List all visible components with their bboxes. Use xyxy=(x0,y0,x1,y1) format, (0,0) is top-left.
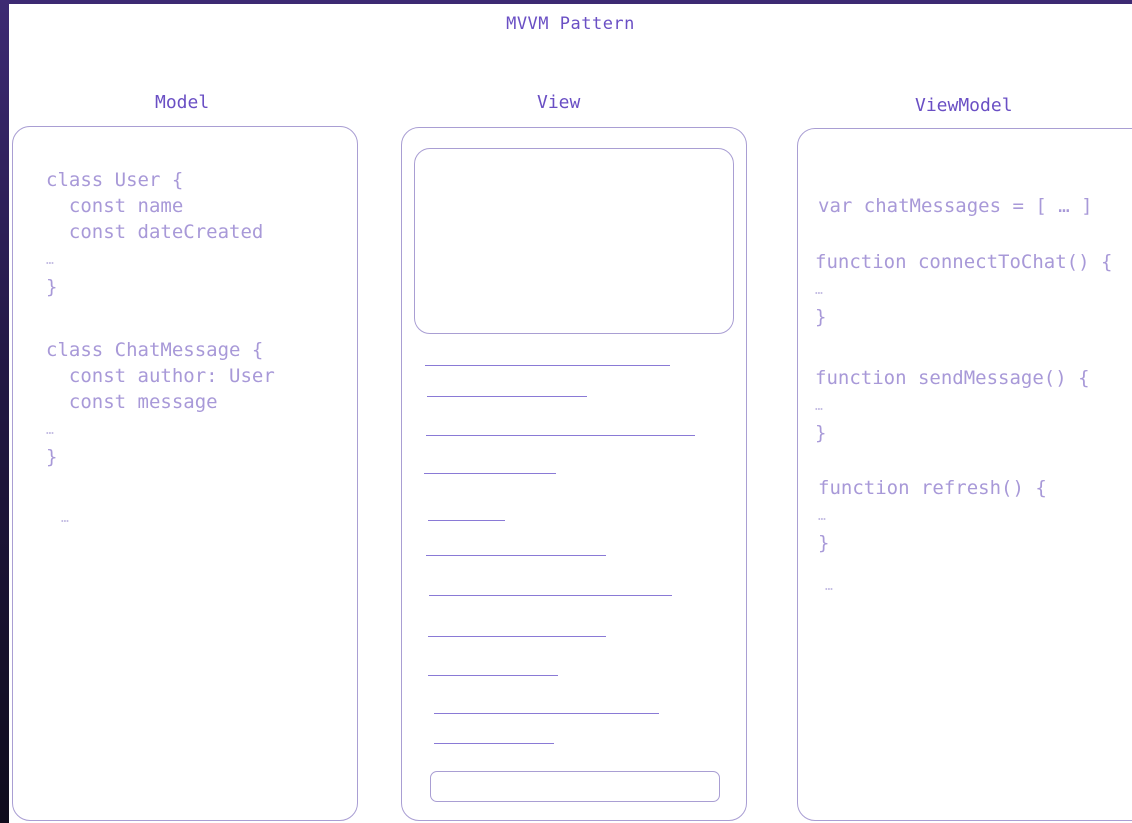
view-input-box xyxy=(430,771,720,802)
code-line: function connectToChat() { xyxy=(815,251,1113,273)
code-line: } xyxy=(815,422,827,444)
viewmodel-code-block-send: function sendMessage() { … } xyxy=(815,365,1090,446)
view-text-line xyxy=(428,675,558,676)
code-line: const message xyxy=(46,391,218,413)
code-line: } xyxy=(46,276,58,298)
code-line: } xyxy=(818,532,830,554)
diagram-title: MVVM Pattern xyxy=(506,14,635,34)
view-text-line xyxy=(424,473,556,474)
code-line: } xyxy=(46,446,58,468)
code-line: function sendMessage() { xyxy=(815,367,1090,389)
code-line: class ChatMessage { xyxy=(46,339,264,361)
view-text-line xyxy=(426,435,695,436)
view-image-placeholder xyxy=(414,148,734,334)
view-text-line xyxy=(434,713,659,714)
view-text-line xyxy=(425,365,670,366)
model-panel: class User { const name const dateCreate… xyxy=(12,126,358,821)
viewmodel-more-ellipsis: … xyxy=(825,579,833,594)
code-line: } xyxy=(815,306,827,328)
model-code-block: class User { const name const dateCreate… xyxy=(46,167,263,300)
viewmodel-code-block-refresh: function refresh() { … } xyxy=(818,475,1047,556)
view-text-line xyxy=(427,396,587,397)
ellipsis: … xyxy=(46,423,54,438)
ellipsis: … xyxy=(46,253,54,268)
view-text-line xyxy=(434,743,554,744)
viewmodel-var-line: var chatMessages = [ … ] xyxy=(818,195,1093,217)
ellipsis: … xyxy=(815,283,823,298)
code-line: const dateCreated xyxy=(46,221,264,243)
view-text-line xyxy=(429,595,672,596)
model-more-ellipsis: … xyxy=(61,511,69,526)
code-line: const author: User xyxy=(46,365,275,387)
view-text-line xyxy=(428,520,505,521)
code-line: const name xyxy=(46,195,184,217)
code-line: class User { xyxy=(46,169,184,191)
viewmodel-panel: var chatMessages = [ … ] function connec… xyxy=(797,128,1132,821)
view-text-line xyxy=(426,555,606,556)
model-heading: Model xyxy=(155,92,210,113)
diagram-canvas: MVVM Pattern Model View ViewModel class … xyxy=(9,4,1132,823)
ellipsis: … xyxy=(815,399,823,414)
view-heading: View xyxy=(537,92,581,113)
viewmodel-heading: ViewModel xyxy=(915,95,1013,116)
ellipsis: … xyxy=(818,509,826,524)
viewmodel-code-block-connect: function connectToChat() { … } xyxy=(815,249,1112,330)
code-line: function refresh() { xyxy=(818,477,1047,499)
model-code-block-2: class ChatMessage { const author: User c… xyxy=(46,337,275,470)
view-text-line xyxy=(428,636,606,637)
